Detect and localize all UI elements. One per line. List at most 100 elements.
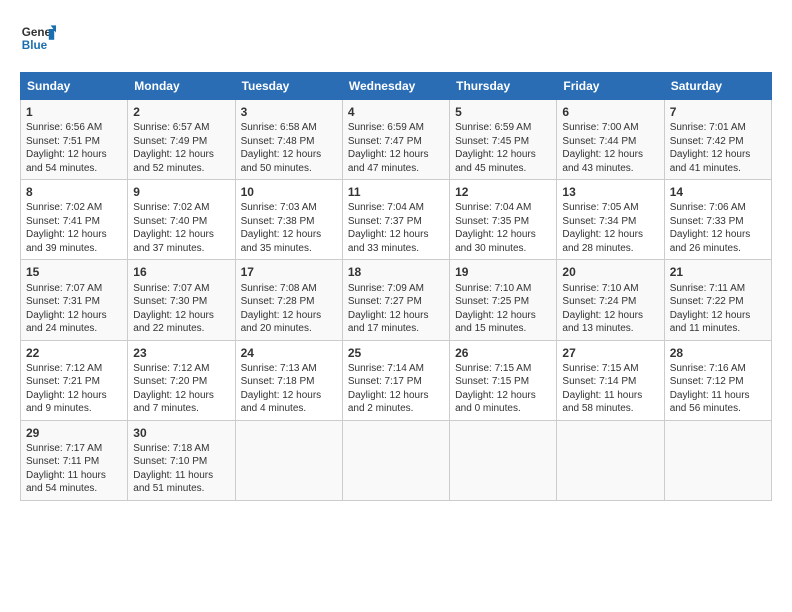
day-number: 11: [348, 184, 444, 200]
day-info: Sunset: 7:12 PM: [670, 375, 766, 389]
calendar-cell: 10Sunrise: 7:03 AMSunset: 7:38 PMDayligh…: [235, 180, 342, 260]
day-info: Daylight: 12 hours and 50 minutes.: [241, 148, 337, 175]
day-number: 29: [26, 425, 122, 441]
calendar-cell: 23Sunrise: 7:12 AMSunset: 7:20 PMDayligh…: [128, 340, 235, 420]
day-info: Sunset: 7:22 PM: [670, 295, 766, 309]
weekday-header: Monday: [128, 73, 235, 100]
day-info: Daylight: 12 hours and 30 minutes.: [455, 228, 551, 255]
day-info: Daylight: 12 hours and 15 minutes.: [455, 309, 551, 336]
day-info: Sunrise: 7:10 AM: [562, 282, 658, 296]
calendar-week-row: 29Sunrise: 7:17 AMSunset: 7:11 PMDayligh…: [21, 420, 772, 500]
day-number: 25: [348, 345, 444, 361]
calendar-week-row: 22Sunrise: 7:12 AMSunset: 7:21 PMDayligh…: [21, 340, 772, 420]
day-info: Daylight: 11 hours and 54 minutes.: [26, 469, 122, 496]
day-info: Sunset: 7:35 PM: [455, 215, 551, 229]
day-info: Sunrise: 7:12 AM: [26, 362, 122, 376]
day-info: Daylight: 12 hours and 9 minutes.: [26, 389, 122, 416]
day-info: Sunset: 7:38 PM: [241, 215, 337, 229]
day-number: 19: [455, 264, 551, 280]
day-info: Sunrise: 6:58 AM: [241, 121, 337, 135]
day-info: Daylight: 12 hours and 28 minutes.: [562, 228, 658, 255]
day-number: 21: [670, 264, 766, 280]
day-info: Sunrise: 7:11 AM: [670, 282, 766, 296]
day-info: Sunrise: 7:07 AM: [26, 282, 122, 296]
calendar-cell: 7Sunrise: 7:01 AMSunset: 7:42 PMDaylight…: [664, 100, 771, 180]
logo: General Blue: [20, 20, 56, 56]
day-info: Sunset: 7:24 PM: [562, 295, 658, 309]
calendar-cell: 2Sunrise: 6:57 AMSunset: 7:49 PMDaylight…: [128, 100, 235, 180]
day-info: Sunset: 7:17 PM: [348, 375, 444, 389]
day-info: Sunrise: 7:01 AM: [670, 121, 766, 135]
day-info: Sunrise: 7:15 AM: [455, 362, 551, 376]
day-info: Sunrise: 7:14 AM: [348, 362, 444, 376]
day-info: Daylight: 12 hours and 45 minutes.: [455, 148, 551, 175]
day-number: 2: [133, 104, 229, 120]
day-number: 3: [241, 104, 337, 120]
day-info: Sunset: 7:28 PM: [241, 295, 337, 309]
day-info: Sunset: 7:30 PM: [133, 295, 229, 309]
day-info: Sunset: 7:42 PM: [670, 135, 766, 149]
day-info: Sunset: 7:21 PM: [26, 375, 122, 389]
day-number: 8: [26, 184, 122, 200]
day-info: Sunset: 7:34 PM: [562, 215, 658, 229]
svg-text:Blue: Blue: [22, 39, 48, 52]
calendar-cell: 16Sunrise: 7:07 AMSunset: 7:30 PMDayligh…: [128, 260, 235, 340]
day-info: Daylight: 11 hours and 58 minutes.: [562, 389, 658, 416]
calendar-cell: 12Sunrise: 7:04 AMSunset: 7:35 PMDayligh…: [450, 180, 557, 260]
day-info: Sunset: 7:10 PM: [133, 455, 229, 469]
day-info: Daylight: 12 hours and 11 minutes.: [670, 309, 766, 336]
day-info: Sunset: 7:33 PM: [670, 215, 766, 229]
calendar-cell: 3Sunrise: 6:58 AMSunset: 7:48 PMDaylight…: [235, 100, 342, 180]
day-info: Sunrise: 7:02 AM: [26, 201, 122, 215]
calendar-header: SundayMondayTuesdayWednesdayThursdayFrid…: [21, 73, 772, 100]
day-info: Sunrise: 7:15 AM: [562, 362, 658, 376]
calendar-cell: 11Sunrise: 7:04 AMSunset: 7:37 PMDayligh…: [342, 180, 449, 260]
day-number: 24: [241, 345, 337, 361]
day-info: Sunrise: 6:59 AM: [455, 121, 551, 135]
day-number: 15: [26, 264, 122, 280]
day-info: Daylight: 12 hours and 7 minutes.: [133, 389, 229, 416]
calendar-cell: [342, 420, 449, 500]
day-info: Sunrise: 7:10 AM: [455, 282, 551, 296]
day-number: 26: [455, 345, 551, 361]
day-info: Sunset: 7:44 PM: [562, 135, 658, 149]
weekday-header: Sunday: [21, 73, 128, 100]
weekday-header: Tuesday: [235, 73, 342, 100]
day-number: 18: [348, 264, 444, 280]
calendar-week-row: 15Sunrise: 7:07 AMSunset: 7:31 PMDayligh…: [21, 260, 772, 340]
day-info: Daylight: 12 hours and 26 minutes.: [670, 228, 766, 255]
day-info: Daylight: 12 hours and 43 minutes.: [562, 148, 658, 175]
day-info: Sunset: 7:37 PM: [348, 215, 444, 229]
day-info: Sunset: 7:49 PM: [133, 135, 229, 149]
calendar-cell: 19Sunrise: 7:10 AMSunset: 7:25 PMDayligh…: [450, 260, 557, 340]
calendar-cell: [235, 420, 342, 500]
page-header: General Blue: [20, 20, 772, 56]
calendar-cell: 9Sunrise: 7:02 AMSunset: 7:40 PMDaylight…: [128, 180, 235, 260]
day-info: Sunset: 7:40 PM: [133, 215, 229, 229]
day-info: Daylight: 12 hours and 37 minutes.: [133, 228, 229, 255]
day-number: 4: [348, 104, 444, 120]
day-info: Sunset: 7:20 PM: [133, 375, 229, 389]
day-info: Sunrise: 7:12 AM: [133, 362, 229, 376]
day-info: Sunrise: 7:04 AM: [348, 201, 444, 215]
day-info: Daylight: 12 hours and 17 minutes.: [348, 309, 444, 336]
day-info: Daylight: 12 hours and 33 minutes.: [348, 228, 444, 255]
day-info: Sunrise: 7:05 AM: [562, 201, 658, 215]
day-number: 22: [26, 345, 122, 361]
day-number: 5: [455, 104, 551, 120]
day-info: Daylight: 12 hours and 2 minutes.: [348, 389, 444, 416]
day-info: Sunrise: 7:08 AM: [241, 282, 337, 296]
day-info: Sunrise: 6:57 AM: [133, 121, 229, 135]
calendar-cell: [450, 420, 557, 500]
calendar-cell: 14Sunrise: 7:06 AMSunset: 7:33 PMDayligh…: [664, 180, 771, 260]
day-info: Sunrise: 7:04 AM: [455, 201, 551, 215]
calendar-cell: [664, 420, 771, 500]
day-number: 17: [241, 264, 337, 280]
day-info: Daylight: 12 hours and 0 minutes.: [455, 389, 551, 416]
calendar-cell: [557, 420, 664, 500]
calendar-cell: 15Sunrise: 7:07 AMSunset: 7:31 PMDayligh…: [21, 260, 128, 340]
calendar-cell: 13Sunrise: 7:05 AMSunset: 7:34 PMDayligh…: [557, 180, 664, 260]
calendar-cell: 8Sunrise: 7:02 AMSunset: 7:41 PMDaylight…: [21, 180, 128, 260]
day-info: Sunrise: 7:18 AM: [133, 442, 229, 456]
calendar-cell: 1Sunrise: 6:56 AMSunset: 7:51 PMDaylight…: [21, 100, 128, 180]
